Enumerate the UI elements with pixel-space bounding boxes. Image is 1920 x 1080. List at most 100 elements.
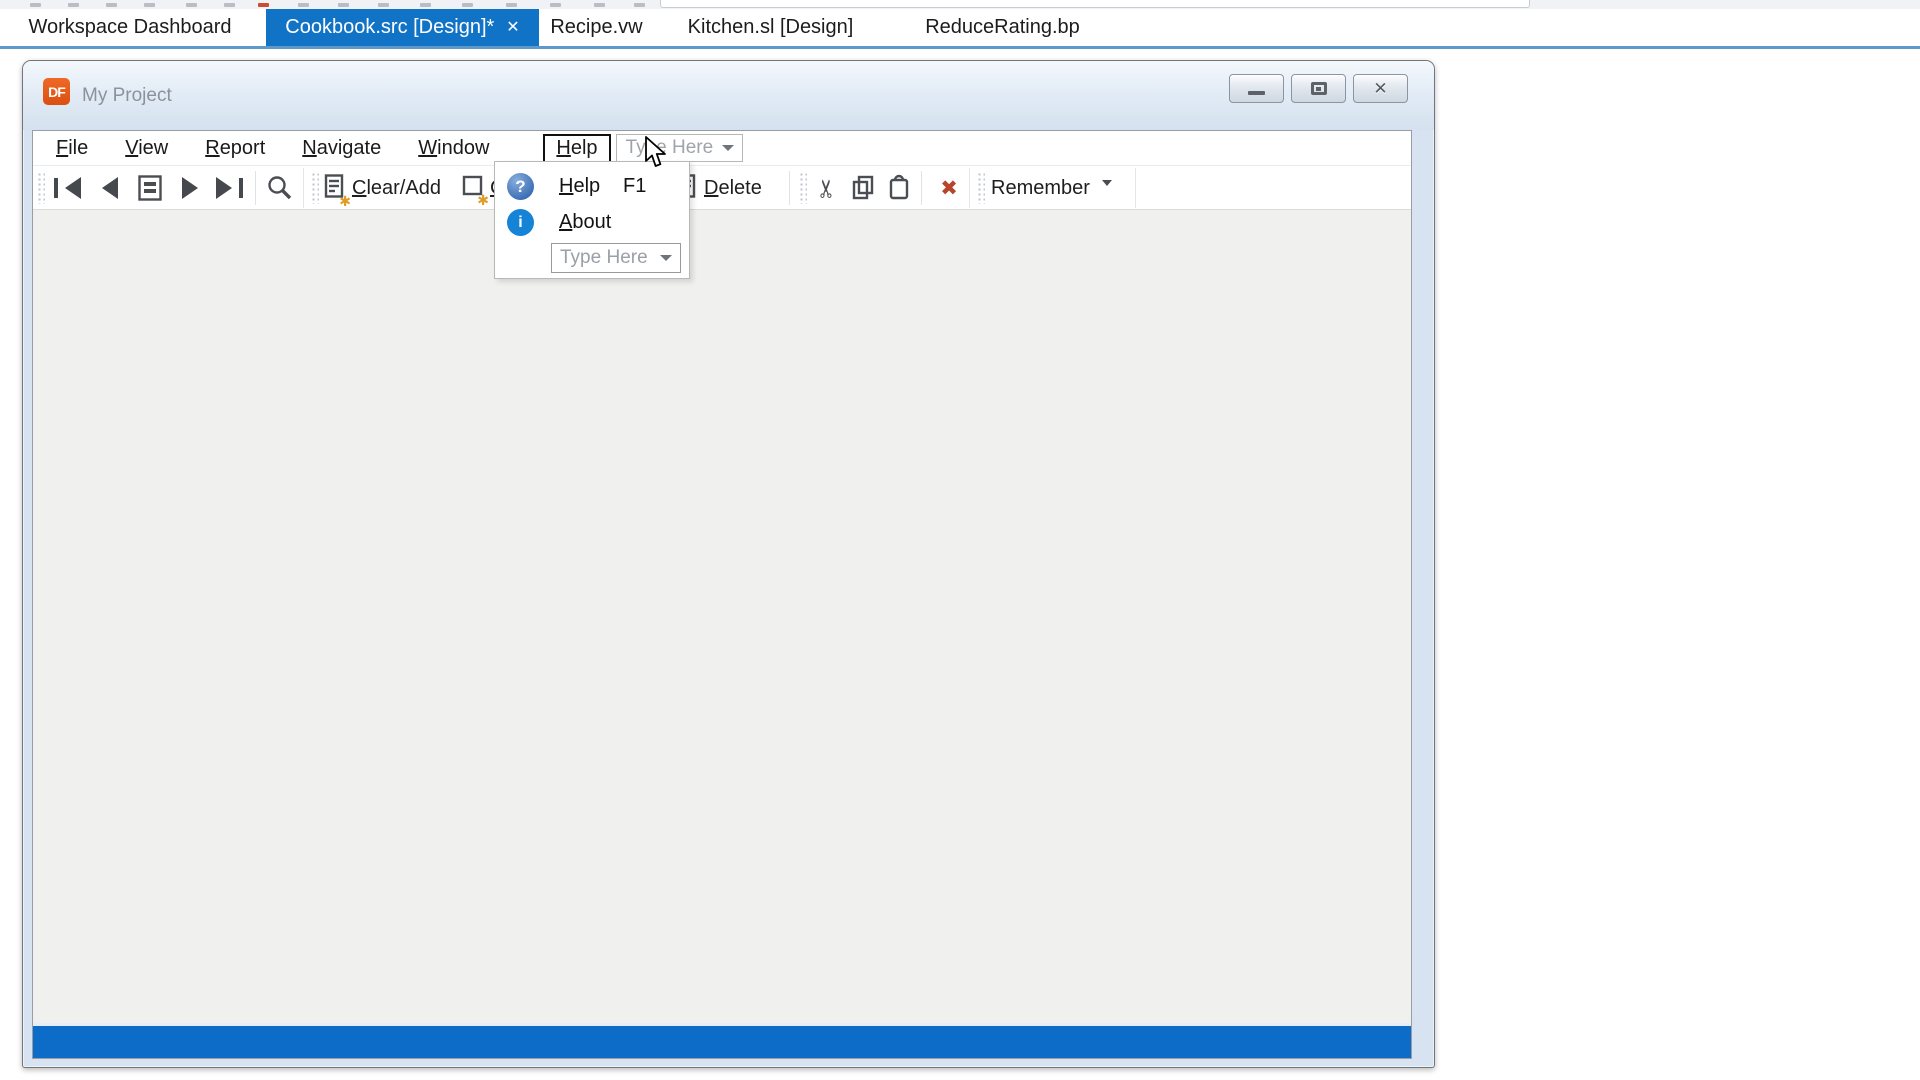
- clear-icon: ✱: [461, 174, 483, 203]
- minimize-icon: [1248, 91, 1265, 95]
- toolbar: ✱ Clear/Add ✱ Clear ✕ Delete: [33, 165, 1411, 210]
- help-menu-item-about[interactable]: i About: [495, 204, 689, 241]
- clipped-icon-mark: [186, 3, 197, 7]
- toolbar-separator: [921, 171, 922, 205]
- clipped-icon-mark: [634, 3, 645, 7]
- next-record-button[interactable]: [173, 170, 207, 206]
- active-tab-underline: [0, 46, 1920, 49]
- menu-view[interactable]: View: [125, 137, 168, 160]
- mouse-cursor: [644, 136, 670, 170]
- red-x-icon: ✖: [940, 178, 958, 199]
- clipped-toolbar-strip: [0, 0, 1920, 9]
- delete-label: Delete: [704, 177, 762, 200]
- delete-row-button[interactable]: ✖: [929, 170, 969, 206]
- clear-add-label: Clear/Add: [352, 177, 441, 200]
- tab-kitchen-sl[interactable]: Kitchen.sl [Design]: [668, 9, 873, 46]
- clear-add-button[interactable]: ✱ Clear/Add: [323, 170, 441, 206]
- window-content: File View Report Navigate Window Help Ty…: [32, 130, 1412, 1059]
- cut-icon: ✂: [814, 178, 839, 199]
- about-item-label: About: [559, 211, 611, 234]
- clipped-icon-mark: [594, 3, 605, 7]
- clipped-icon-mark: [550, 3, 561, 7]
- close-button[interactable]: ✕: [1353, 74, 1408, 103]
- clipped-icon-mark: [106, 3, 117, 7]
- chevron-down-icon: [1102, 180, 1112, 186]
- toolbar-grip[interactable]: [799, 172, 807, 204]
- help-menu-type-here-text: Type Here: [560, 247, 648, 269]
- help-item-label: Help: [559, 175, 600, 198]
- editor-tab-bar: Workspace Dashboard Cookbook.src [Design…: [0, 9, 1920, 46]
- next-record-icon: [182, 177, 198, 199]
- cut-button[interactable]: ✂: [809, 170, 845, 206]
- last-record-icon: [239, 178, 243, 198]
- tab-cookbook-label: Cookbook.src [Design]*: [285, 9, 494, 46]
- clipped-icon-mark: [30, 3, 41, 7]
- clipped-icon-mark: [378, 3, 389, 7]
- remember-label: Remember: [991, 177, 1090, 200]
- copy-button[interactable]: [845, 170, 881, 206]
- toolbar-section-divider: [969, 168, 970, 208]
- paste-button[interactable]: [881, 170, 917, 206]
- menu-help[interactable]: Help: [543, 134, 610, 163]
- help-menu-type-here-combo[interactable]: Type Here: [551, 243, 681, 273]
- last-record-button[interactable]: [209, 170, 249, 206]
- toolbar-section-divider: [303, 168, 304, 208]
- menu-type-here-combo[interactable]: Type Here: [616, 134, 743, 162]
- toolbar-separator: [789, 171, 790, 205]
- toolbar-grip[interactable]: [311, 172, 319, 204]
- clipped-icon-mark: [298, 3, 309, 7]
- toolbar-separator: [255, 171, 256, 205]
- previous-record-icon: [102, 177, 118, 199]
- record-list-icon: [137, 174, 163, 202]
- clipped-icon-mark: [420, 3, 431, 7]
- menu-navigate[interactable]: Navigate: [302, 137, 381, 160]
- maximize-icon: [1311, 82, 1327, 95]
- tab-workspace-dashboard[interactable]: Workspace Dashboard: [8, 9, 252, 46]
- help-dropdown-menu: ? Help F1 i About Type Here: [494, 161, 690, 279]
- menu-file[interactable]: File: [56, 137, 88, 160]
- about-info-icon: i: [507, 209, 534, 236]
- help-menu-item-help[interactable]: ? Help F1: [495, 168, 689, 205]
- tab-cookbook-src[interactable]: Cookbook.src [Design]* ✕: [266, 9, 539, 46]
- window-title: My Project: [82, 61, 172, 130]
- help-item-shortcut: F1: [623, 175, 646, 198]
- status-bar: [33, 1023, 1411, 1058]
- toolbar-section-divider: [1135, 168, 1136, 208]
- new-star-glyph: ✱: [477, 193, 489, 207]
- menu-report[interactable]: Report: [205, 137, 265, 160]
- copy-icon: [850, 174, 876, 202]
- first-record-icon: [54, 178, 58, 198]
- find-button[interactable]: [261, 170, 299, 206]
- clear-add-icon: ✱: [323, 173, 345, 204]
- record-list-button[interactable]: [131, 170, 169, 206]
- help-question-icon: ?: [507, 173, 534, 200]
- clipped-icon-mark: [462, 3, 473, 7]
- remember-dropdown-button[interactable]: Remember: [991, 170, 1112, 206]
- maximize-button[interactable]: [1291, 74, 1346, 103]
- menu-bar: File View Report Navigate Window Help Ty…: [33, 131, 1411, 165]
- first-record-button[interactable]: [47, 170, 87, 206]
- new-star-glyph: ✱: [339, 194, 351, 208]
- form-client-area[interactable]: [33, 210, 1411, 1023]
- menu-window[interactable]: Window: [418, 137, 489, 160]
- clipped-icon-mark: [224, 3, 235, 7]
- toolbar-grip[interactable]: [977, 172, 985, 204]
- chevron-down-icon: [722, 145, 734, 151]
- paste-icon: [886, 174, 912, 202]
- clipped-search-input[interactable]: [660, 0, 1530, 8]
- search-icon: [266, 174, 294, 202]
- my-project-window: DF My Project ✕ File View Report Navigat…: [22, 60, 1435, 1068]
- tab-reducerating-bp[interactable]: ReduceRating.bp: [900, 9, 1105, 46]
- clipped-icon-mark-red: [258, 3, 269, 7]
- close-icon: ✕: [1373, 80, 1387, 97]
- dataflex-logo-icon: DF: [43, 78, 70, 105]
- clipped-icon-mark: [144, 3, 155, 7]
- toolbar-grip[interactable]: [37, 172, 45, 204]
- previous-record-button[interactable]: [93, 170, 127, 206]
- tab-recipe-vw[interactable]: Recipe.vw: [539, 9, 654, 46]
- minimize-button[interactable]: [1229, 74, 1284, 103]
- chevron-down-icon: [660, 255, 672, 261]
- first-record-icon-arrow: [65, 177, 81, 199]
- tab-close-icon[interactable]: ✕: [506, 20, 519, 36]
- window-titlebar[interactable]: DF My Project ✕: [23, 61, 1434, 130]
